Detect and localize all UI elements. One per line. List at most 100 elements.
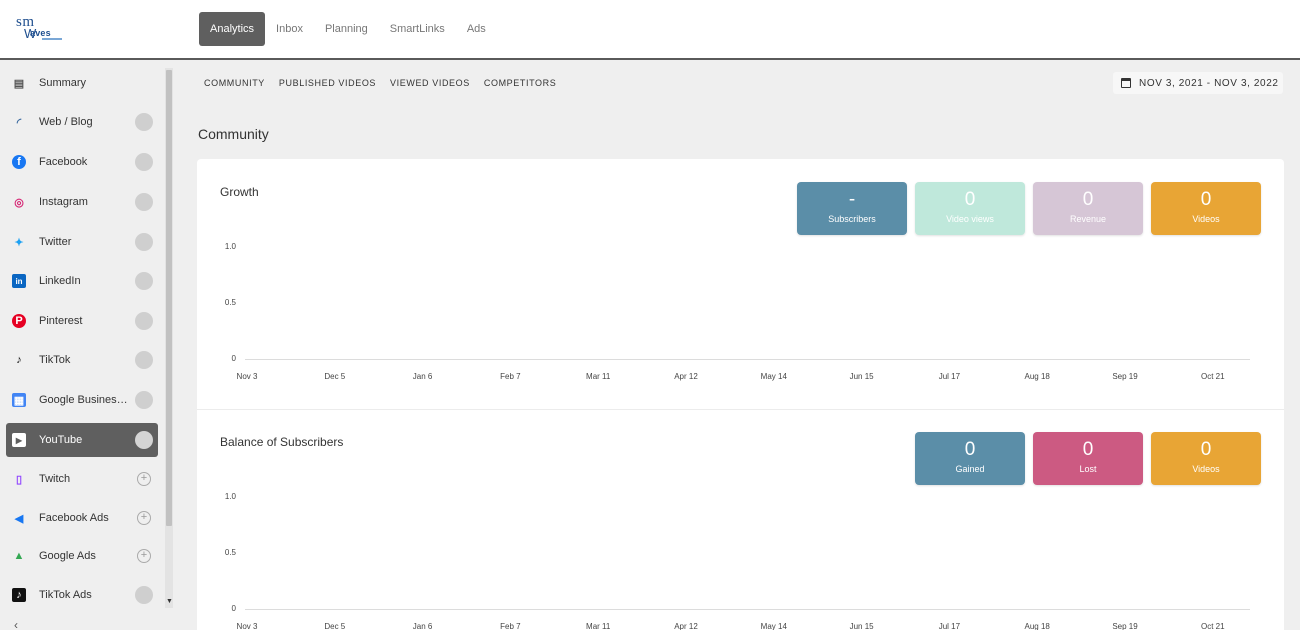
growth-stat-videos[interactable]: 0 Videos	[1151, 182, 1261, 235]
balance-title: Balance of Subscribers	[220, 435, 344, 449]
sidebar-scrollbar-thumb[interactable]	[166, 70, 172, 526]
x-tick-label: Jan 6	[412, 622, 433, 630]
stat-value: 0	[1200, 439, 1212, 460]
megaphone-icon: ◀	[14, 512, 24, 525]
connection-status-icon[interactable]	[135, 233, 153, 251]
sidebar-item-label: Twitch	[39, 473, 71, 485]
nav-tab-ads[interactable]: Ads	[456, 12, 497, 46]
sidebar-item-label: Google Ads	[39, 550, 96, 562]
x-tick-label: Oct 21	[1201, 372, 1225, 381]
clipboard-icon: ▤	[13, 77, 25, 90]
subnav-viewed-videos[interactable]: VIEWED VIDEOS	[390, 78, 470, 88]
balance-stat-videos[interactable]: 0 Videos	[1151, 432, 1261, 485]
google-business-icon: ▦	[12, 393, 26, 407]
sidebar-item-label: Facebook Ads	[39, 512, 109, 524]
connection-status-icon[interactable]	[135, 312, 153, 330]
linkedin-icon: in	[12, 274, 26, 288]
sidebar-item-google-ads[interactable]: ▲ Google Ads +	[6, 539, 158, 573]
date-range-picker[interactable]: NOV 3, 2021 - NOV 3, 2022	[1113, 72, 1283, 94]
x-tick-label: Jul 17	[938, 372, 961, 381]
connection-status-icon[interactable]	[135, 586, 153, 604]
sidebar-item-label: Pinterest	[39, 315, 83, 327]
stat-label: Videos	[1192, 464, 1220, 474]
section-divider	[197, 409, 1284, 410]
sidebar-item-tiktok[interactable]: ♪ TikTok	[6, 343, 158, 377]
x-axis-line	[245, 359, 1250, 360]
connection-status-icon[interactable]	[135, 391, 153, 409]
x-tick-label: Sep 19	[1112, 622, 1138, 630]
connection-status-icon[interactable]	[135, 113, 153, 131]
stat-label: Subscribers	[828, 214, 876, 224]
sidebar-item-label: Google Business Profile	[39, 394, 129, 406]
connection-status-icon[interactable]	[135, 431, 153, 449]
stat-label: Video views	[946, 214, 994, 224]
sidebar-item-twitter[interactable]: ✦ Twitter	[6, 225, 158, 259]
subnav-published-videos[interactable]: PUBLISHED VIDEOS	[279, 78, 376, 88]
x-tick-label: Nov 3	[236, 372, 258, 381]
main-nav: Analytics Inbox Planning SmartLinks Ads	[199, 12, 497, 46]
x-tick-label: Sep 19	[1112, 372, 1138, 381]
connection-status-icon[interactable]	[135, 153, 153, 171]
twitter-icon: ✦	[14, 236, 24, 249]
connection-status-icon[interactable]	[135, 272, 153, 290]
sidebar-item-youtube[interactable]: ▶ YouTube	[6, 423, 158, 457]
y-tick-label: 0	[231, 354, 236, 363]
sidebar-item-label: Twitter	[39, 236, 72, 248]
app-logo[interactable]: sm W aves	[14, 14, 74, 46]
sidebar-item-label: TikTok	[39, 354, 71, 366]
y-tick-label: 1.0	[224, 242, 236, 251]
analytics-card: Growth Balance of Subscribers - Subscribe…	[197, 159, 1284, 630]
sidebar-item-facebook-ads[interactable]: ◀ Facebook Ads +	[6, 501, 158, 535]
x-tick-label: Mar 11	[586, 372, 611, 381]
nav-tab-inbox[interactable]: Inbox	[265, 12, 314, 46]
instagram-icon: ◎	[14, 196, 24, 209]
subnav-competitors[interactable]: COMPETITORS	[484, 78, 556, 88]
x-tick-label: Feb 7	[500, 372, 521, 381]
logo-text-bottom: aves	[30, 28, 51, 38]
sidebar-item-twitch[interactable]: ▯ Twitch +	[6, 462, 158, 496]
x-tick-label: Dec 5	[324, 372, 346, 381]
sidebar-item-instagram[interactable]: ◎ Instagram	[6, 185, 158, 219]
stat-value: 0	[1200, 189, 1212, 210]
connection-status-icon[interactable]	[135, 193, 153, 211]
sidebar-item-pinterest[interactable]: P Pinterest	[6, 304, 158, 338]
subnav-community[interactable]: COMMUNITY	[204, 78, 265, 88]
sidebar-item-google-business-profile[interactable]: ▦ Google Business Profile	[6, 383, 158, 417]
google-ads-icon: ▲	[13, 550, 25, 562]
balance-stat-lost[interactable]: 0 Lost	[1033, 432, 1143, 485]
balance-stat-gained[interactable]: 0 Gained	[915, 432, 1025, 485]
scroll-down-arrow-icon[interactable]: ▼	[166, 598, 173, 605]
tiktok-ads-icon: ♪	[12, 588, 26, 602]
page-title: Community	[198, 126, 269, 142]
rss-icon: ◜	[16, 116, 22, 129]
sidebar-item-label: YouTube	[39, 434, 83, 446]
top-bar: sm W aves Analytics Inbox Planning SmartLin…	[0, 0, 1300, 60]
sidebar-item-facebook[interactable]: f Facebook	[6, 145, 158, 179]
growth-stat-subscribers[interactable]: - Subscribers	[797, 182, 907, 235]
y-tick-label: 0.5	[224, 548, 236, 557]
nav-tab-planning[interactable]: Planning	[314, 12, 379, 46]
x-tick-label: May 14	[760, 372, 787, 381]
stat-label: Gained	[955, 464, 985, 474]
nav-tab-analytics[interactable]: Analytics	[199, 12, 266, 46]
collapse-sidebar-icon[interactable]: ‹	[14, 618, 18, 630]
date-range-text: NOV 3, 2021 - NOV 3, 2022	[1139, 77, 1279, 89]
stat-label: Videos	[1192, 214, 1220, 224]
calendar-icon	[1121, 78, 1131, 88]
growth-stat-revenue[interactable]: 0 Revenue	[1033, 182, 1143, 235]
connection-status-icon[interactable]	[135, 351, 153, 369]
y-tick-label: 0	[231, 604, 236, 613]
add-account-icon[interactable]: +	[137, 549, 151, 563]
x-tick-label: Apr 12	[674, 622, 698, 630]
add-account-icon[interactable]: +	[137, 511, 151, 525]
add-account-icon[interactable]: +	[137, 472, 151, 486]
sidebar-item-web-blog[interactable]: ◜ Web / Blog	[6, 105, 158, 139]
sidebar-item-tiktok-ads[interactable]: ♪ TikTok Ads	[6, 578, 158, 612]
growth-stat-video-views[interactable]: 0 Video views	[915, 182, 1025, 235]
sidebar-item-summary[interactable]: ▤ Summary	[6, 66, 158, 100]
nav-tab-smartlinks[interactable]: SmartLinks	[379, 12, 456, 46]
sidebar-item-linkedin[interactable]: in LinkedIn	[6, 264, 158, 298]
section-subnav: COMMUNITY PUBLISHED VIDEOS VIEWED VIDEOS CO…	[204, 78, 556, 88]
x-tick-label: May 14	[760, 622, 787, 630]
y-tick-label: 0.5	[224, 298, 236, 307]
